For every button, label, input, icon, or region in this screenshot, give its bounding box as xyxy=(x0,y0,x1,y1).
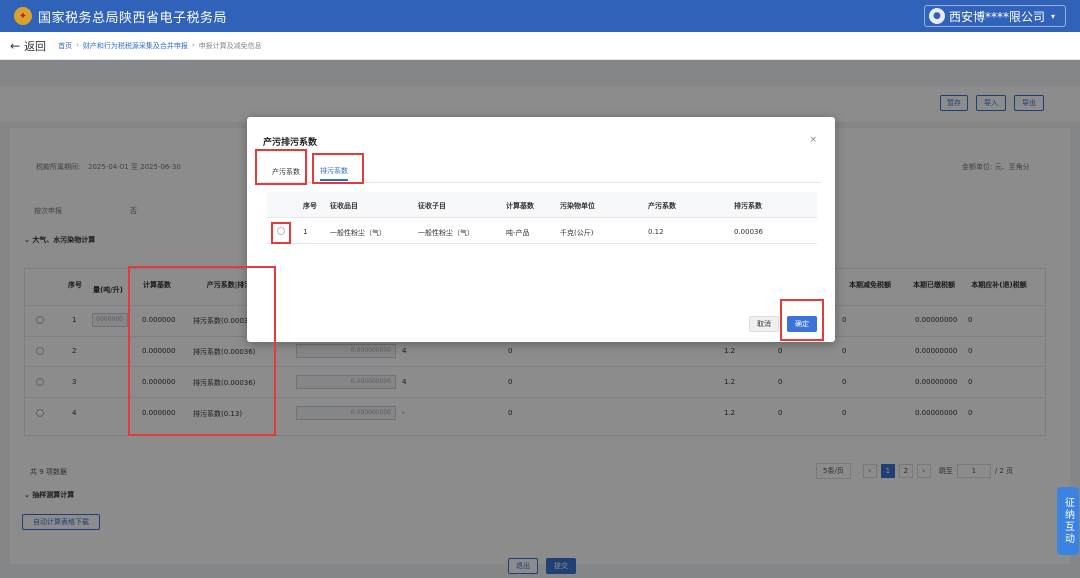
annotation-box-produce-tab xyxy=(255,149,307,185)
col-unit: 污染物单位 xyxy=(560,202,595,210)
arrow-left-icon: ← xyxy=(10,38,21,53)
annotation-box-emission-tab xyxy=(312,153,364,184)
breadcrumb-current: 申报计算及减免信息 xyxy=(198,41,262,50)
annotation-box-row-select xyxy=(271,222,291,244)
col-item: 征收品目 xyxy=(330,202,358,210)
back-label: 返回 xyxy=(24,39,47,53)
site-title: 国家税务总局陕西省电子税务局 xyxy=(38,10,228,26)
breadcrumb-separator: › xyxy=(191,40,195,49)
table-row[interactable]: 1 一般性粉尘（气） 一般性粉尘（气） 吨-产品 千克(公斤) 0.12 0.0… xyxy=(267,218,817,244)
top-header: ✦ 国家税务总局陕西省电子税务局 ● 西安博****限公司 ▾ xyxy=(0,0,1080,32)
breadcrumb-bar: ← 返回 首页 › 财产和行为税税源采集及合并申报 › 申报计算及减免信息 xyxy=(0,32,1080,60)
annotation-box-confirm xyxy=(780,299,824,341)
user-avatar-icon: ● xyxy=(928,8,945,24)
col-no: 序号 xyxy=(303,202,317,210)
user-name: 西安博****限公司 xyxy=(948,9,1045,24)
cell-item: 一般性粉尘（气） xyxy=(330,229,386,237)
coefficient-modal: 产污排污系数 × 产污系数 排污系数 序号 征收品目 征收子目 计算基数 污染物… xyxy=(247,117,835,342)
user-menu[interactable]: ● 西安博****限公司 ▾ xyxy=(923,5,1066,27)
table-header-row: 序号 征收品目 征收子目 计算基数 污染物单位 产污系数 排污系数 xyxy=(267,192,817,218)
close-icon[interactable]: × xyxy=(809,135,817,145)
cell-unit: 千克(公斤) xyxy=(560,229,594,237)
breadcrumb: 首页 › 财产和行为税税源采集及合并申报 › 申报计算及减免信息 xyxy=(58,41,262,51)
cell-emit: 0.00036 xyxy=(734,228,763,236)
chevron-down-icon: ▾ xyxy=(1050,11,1055,21)
cancel-button[interactable]: 取消 xyxy=(749,316,779,332)
tax-emblem-icon: ✦ xyxy=(14,7,32,25)
col-produce: 产污系数 xyxy=(648,202,676,210)
col-emit: 排污系数 xyxy=(734,202,762,210)
annotation-box-coef-column xyxy=(128,266,276,436)
modal-title: 产污排污系数 xyxy=(263,138,318,148)
cell-base: 吨-产品 xyxy=(506,229,530,237)
cell-subitem: 一般性粉尘（气） xyxy=(418,229,474,237)
cell-produce: 0.12 xyxy=(648,228,664,236)
col-base: 计算基数 xyxy=(506,202,534,210)
breadcrumb-separator: › xyxy=(76,40,79,49)
interaction-float-button[interactable]: 征纳互动 xyxy=(1057,487,1079,555)
breadcrumb-home[interactable]: 首页 xyxy=(58,41,72,51)
breadcrumb-collection[interactable]: 财产和行为税税源采集及合并申报 xyxy=(83,41,188,51)
cell-no: 1 xyxy=(303,228,308,236)
back-button[interactable]: ← 返回 xyxy=(10,38,46,54)
col-subitem: 征收子目 xyxy=(418,202,446,210)
